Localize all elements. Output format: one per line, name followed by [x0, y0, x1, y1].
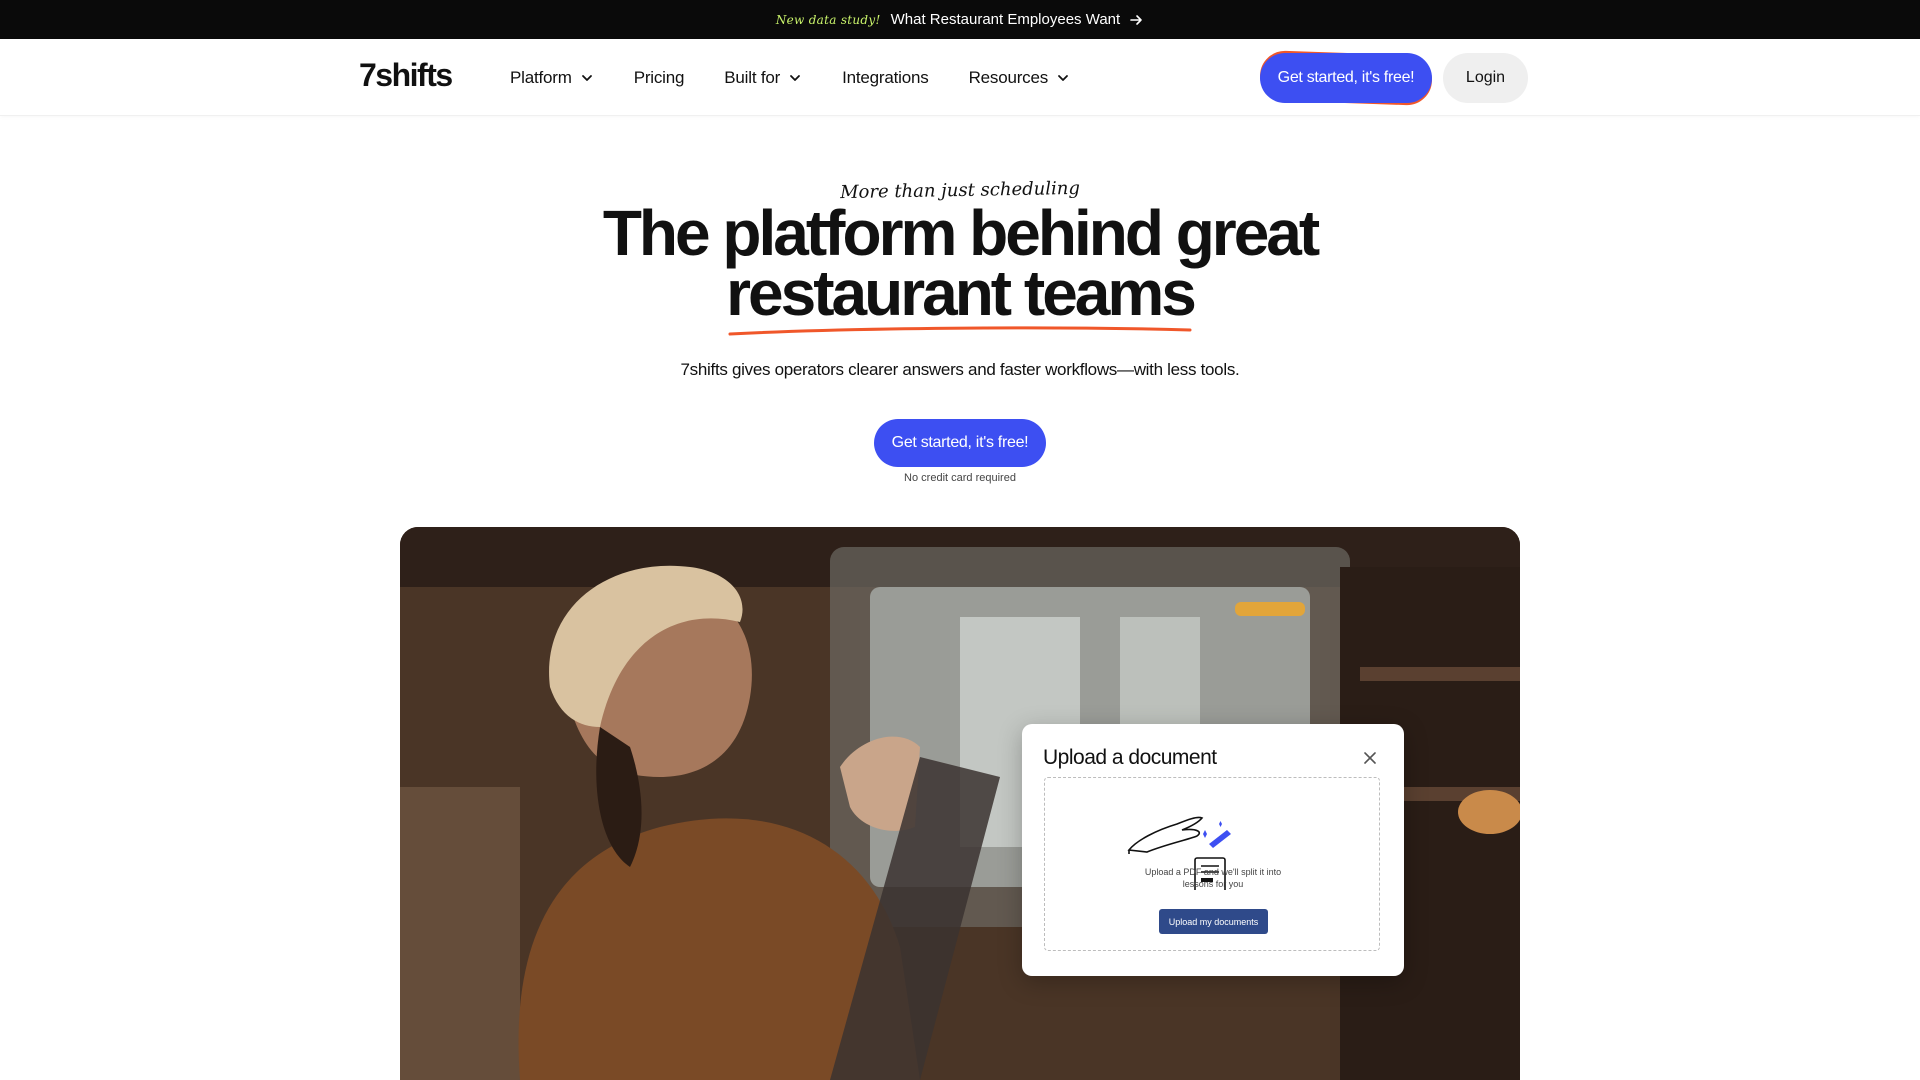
hero-headline: The platform behind great restaurant tea… — [0, 197, 1920, 329]
login-button[interactable]: Login — [1443, 53, 1528, 103]
nav-item-label: Resources — [968, 67, 1049, 87]
nav-item-label: Pricing — [633, 67, 685, 87]
banner-message: What Restaurant Employees Want — [890, 11, 1121, 28]
cta-note: No credit card required — [904, 472, 1016, 484]
upload-documents-button[interactable]: Upload my documents — [1159, 909, 1268, 934]
nav-item-pricing[interactable]: Pricing — [634, 68, 685, 88]
dropzone-instructions: Upload a PDF and we'll split it into les… — [1045, 866, 1381, 890]
main-menu: Platform Pricing Built for Integrations … — [510, 39, 1110, 116]
upload-document-modal: Upload a document Upload a PDF and we'll… — [1022, 724, 1404, 976]
nav-item-label: Platform — [510, 67, 572, 87]
chevron-down-icon — [790, 74, 801, 81]
nav-item-resources[interactable]: Resources — [969, 68, 1070, 88]
nav-item-integrations[interactable]: Integrations — [842, 67, 929, 88]
headline-line-2: restaurant teams — [726, 257, 1197, 329]
nav-item-platform[interactable]: Platform — [510, 68, 594, 88]
nav-item-label: Integrations — [842, 67, 929, 87]
get-started-nav-label: Get started, it's free! — [1260, 53, 1432, 103]
dropzone-text-line-2: lessons for you — [1182, 879, 1244, 889]
hero-subheadline: 7shifts gives operators clearer answers … — [680, 360, 1240, 379]
banner-tag: New data study! — [775, 12, 881, 27]
banner-link[interactable]: What Restaurant Employees Want — [891, 11, 1145, 28]
nav-item-label: Built for — [724, 67, 781, 87]
headline-line-1: The platform behind great — [602, 197, 1320, 269]
dropzone-text-line-1: Upload a PDF and we'll split it into — [1144, 867, 1282, 877]
get-started-hero-button[interactable]: Get started, it's free! — [874, 419, 1046, 467]
chevron-down-icon — [581, 74, 592, 81]
arrow-right-icon — [1130, 14, 1142, 25]
announcement-banner[interactable]: New data study! What Restaurant Employee… — [0, 0, 1920, 39]
headline-underline — [728, 326, 1192, 336]
close-icon[interactable] — [1362, 750, 1378, 766]
get-started-nav-button[interactable]: Get started, it's free! — [1259, 50, 1433, 106]
nav-item-built-for[interactable]: Built for — [724, 68, 802, 88]
modal-title: Upload a document — [1043, 746, 1217, 769]
top-nav: 7shifts Platform Pricing Built for Integ… — [0, 39, 1920, 116]
chevron-down-icon — [1058, 74, 1068, 81]
upload-dropzone[interactable]: Upload a PDF and we'll split it into les… — [1044, 777, 1380, 951]
logo[interactable]: 7shifts — [359, 57, 453, 94]
